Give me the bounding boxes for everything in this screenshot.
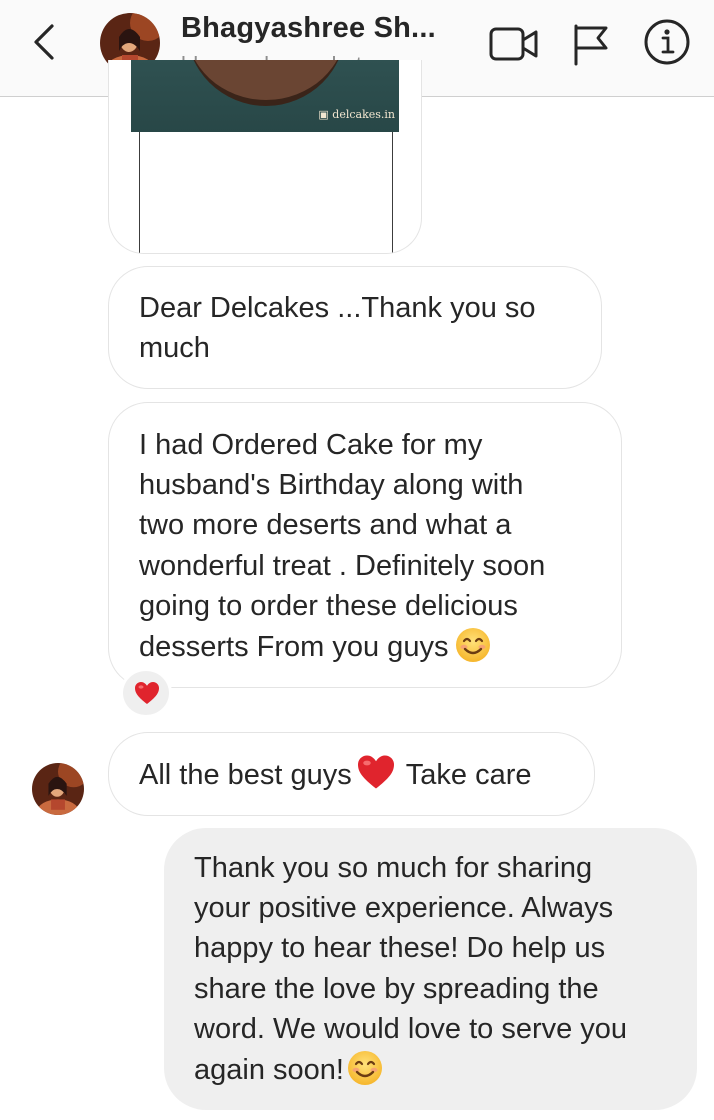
message-text: Dear Delcakes ...Thank you so much bbox=[139, 292, 536, 365]
shared-post-image[interactable]: ▣ delcakes.in bbox=[131, 60, 399, 132]
red-heart-emoji-icon bbox=[357, 755, 394, 789]
outgoing-message[interactable]: Thank you so much for sharing your posit… bbox=[164, 828, 697, 1110]
contact-name[interactable]: Bhagyashree Sh... bbox=[181, 12, 436, 45]
video-call-icon[interactable] bbox=[488, 24, 540, 64]
red-heart-icon bbox=[135, 682, 159, 704]
smiling-face-emoji-icon bbox=[347, 1051, 382, 1086]
sender-avatar[interactable] bbox=[32, 763, 84, 815]
shared-post-card[interactable]: ▣ delcakes.in bbox=[108, 60, 422, 254]
message-text: All the best guys bbox=[139, 759, 352, 791]
cake-image bbox=[186, 60, 346, 106]
shared-post-frame bbox=[139, 132, 393, 253]
message-reaction[interactable] bbox=[120, 668, 172, 718]
incoming-message[interactable]: I had Ordered Cake for my husband's Birt… bbox=[108, 402, 622, 688]
chevron-left-icon[interactable] bbox=[28, 22, 62, 62]
incoming-message[interactable]: Dear Delcakes ...Thank you so much bbox=[108, 266, 602, 389]
instagram-glyph-icon: ▣ bbox=[318, 108, 329, 121]
flag-icon[interactable] bbox=[570, 22, 610, 66]
post-watermark: ▣ delcakes.in bbox=[318, 108, 395, 121]
message-text: Take care bbox=[405, 759, 532, 791]
smiling-face-emoji-icon bbox=[456, 628, 491, 663]
message-text: Thank you so much for sharing your posit… bbox=[194, 852, 628, 1087]
info-icon[interactable] bbox=[642, 17, 692, 67]
incoming-message[interactable]: All the best guys Take care bbox=[108, 732, 595, 816]
